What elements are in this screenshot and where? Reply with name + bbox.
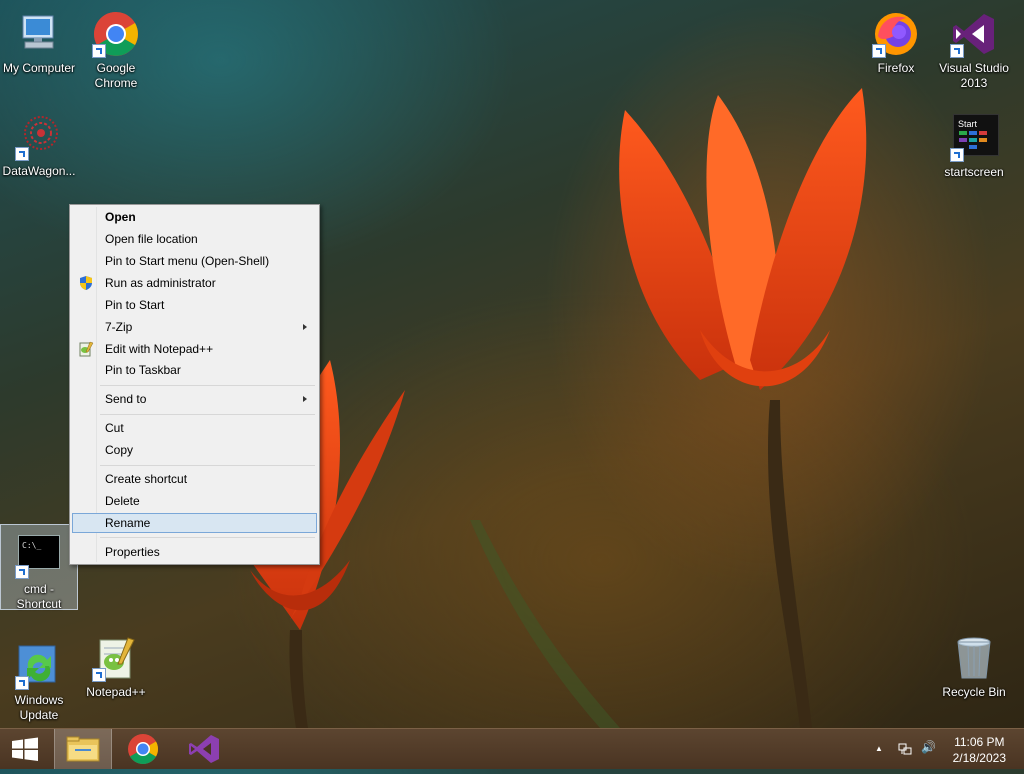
- desktop-icon-label: Windows Update: [14, 693, 64, 722]
- volume-icon[interactable]: 🔊: [921, 740, 937, 756]
- desktop-icon-label: Visual Studio 2013: [939, 61, 1009, 90]
- menu-item-label: Properties: [105, 545, 160, 559]
- desktop-icon-label: startscreen: [944, 165, 1004, 179]
- menu-item-send-to[interactable]: Send to: [72, 389, 317, 409]
- desktop-icon-label: cmd - Shortcut: [16, 582, 62, 611]
- uac-shield-icon: [78, 275, 94, 291]
- menu-item-label: 7-Zip: [105, 320, 133, 334]
- tray-overflow-chevron-icon[interactable]: ▲: [875, 744, 891, 760]
- menu-item-pin-to-start-menu-open-shell[interactable]: Pin to Start menu (Open-Shell): [72, 251, 317, 271]
- shortcut-arrow-icon: [92, 44, 106, 58]
- shortcut-arrow-icon: [15, 676, 29, 690]
- chrome-icon: [128, 734, 159, 765]
- shortcut-arrow-icon: [15, 565, 29, 579]
- recycle-bin-icon: [950, 634, 998, 682]
- command-prompt-icon: C:\_: [15, 531, 63, 579]
- menu-separator: [100, 537, 315, 538]
- file-explorer-icon: [66, 736, 100, 762]
- menu-separator: [100, 465, 315, 466]
- shortcut-arrow-icon: [950, 44, 964, 58]
- taskbar-file-explorer[interactable]: [54, 729, 112, 769]
- firefox-icon: [872, 10, 920, 58]
- desktop-icon-cmd-shortcut[interactable]: C:\_ cmd - Shortcut: [0, 524, 78, 611]
- desktop-icon-windows-update[interactable]: Windows Update: [1, 636, 77, 723]
- desktop-icon-label: Firefox: [877, 61, 915, 75]
- desktop-icon-label: Notepad++: [86, 685, 146, 699]
- chrome-icon: [92, 10, 140, 58]
- menu-item-edit-with-notepadpp[interactable]: Edit with Notepad++: [72, 339, 317, 359]
- menu-item-label: Send to: [105, 392, 147, 406]
- menu-item-label: Pin to Taskbar: [105, 363, 181, 377]
- shortcut-arrow-icon: [15, 147, 29, 161]
- notepadpp-icon: [92, 634, 140, 682]
- menu-separator: [100, 414, 315, 415]
- menu-item-pin-to-start[interactable]: Pin to Start: [72, 295, 317, 315]
- desktop-icon-notepadpp[interactable]: Notepad++: [78, 628, 154, 700]
- menu-item-rename[interactable]: Rename: [72, 513, 317, 533]
- desktop-icon-label: My Computer: [2, 61, 76, 75]
- menu-item-copy[interactable]: Copy: [72, 440, 317, 460]
- desktop-icon-startscreen[interactable]: Start startscreen: [936, 108, 1012, 180]
- clock-time: 11:06 PM: [954, 735, 1005, 749]
- cmd-tile-text: C:\_: [22, 541, 42, 550]
- notepadpp-icon: [78, 341, 94, 357]
- menu-item-open[interactable]: Open: [72, 207, 317, 227]
- menu-item-cut[interactable]: Cut: [72, 418, 317, 438]
- menu-item-label: Pin to Start menu (Open-Shell): [105, 254, 270, 268]
- shortcut-arrow-icon: [950, 148, 964, 162]
- submenu-arrow-icon: [303, 396, 307, 402]
- desktop-icon-firefox[interactable]: Firefox: [858, 4, 934, 76]
- startscreen-icon: Start: [950, 114, 999, 162]
- menu-separator: [100, 385, 315, 386]
- shortcut-arrow-icon: [872, 44, 886, 58]
- menu-item-pin-to-taskbar[interactable]: Pin to Taskbar: [72, 360, 317, 380]
- clock-date: 2/18/2023: [952, 751, 1006, 765]
- desktop[interactable]: My Computer Google Chrome DataWagon... F…: [0, 0, 1024, 728]
- system-clock[interactable]: 11:06 PM 2/18/2023: [953, 734, 1006, 766]
- context-menu: Open Open file location Pin to Start men…: [69, 204, 320, 565]
- menu-item-label: Open file location: [105, 232, 198, 246]
- network-icon[interactable]: [897, 741, 913, 757]
- submenu-arrow-icon: [303, 324, 307, 330]
- menu-item-run-as-administrator[interactable]: Run as administrator: [72, 273, 317, 293]
- windows-update-icon: [15, 642, 63, 690]
- menu-item-open-file-location[interactable]: Open file location: [72, 229, 317, 249]
- desktop-icon-label: Google Chrome: [94, 61, 138, 90]
- menu-item-label: Open: [105, 210, 136, 224]
- desktop-icon-visual-studio[interactable]: Visual Studio 2013: [936, 4, 1012, 91]
- startscreen-tile-text: Start: [958, 119, 978, 129]
- taskbar-visual-studio[interactable]: [176, 729, 232, 769]
- computer-icon: [15, 10, 63, 58]
- menu-item-label: Create shortcut: [105, 472, 188, 486]
- menu-item-create-shortcut[interactable]: Create shortcut: [72, 469, 317, 489]
- menu-item-7zip[interactable]: 7-Zip: [72, 317, 317, 337]
- windows-logo-icon: [12, 737, 38, 761]
- desktop-icon-recycle-bin[interactable]: Recycle Bin: [936, 628, 1012, 700]
- desktop-icon-datawagon[interactable]: DataWagon...: [1, 107, 77, 179]
- menu-item-delete[interactable]: Delete: [72, 491, 317, 511]
- menu-item-label: Edit with Notepad++: [105, 342, 214, 356]
- start-button[interactable]: [0, 729, 56, 769]
- menu-item-label: Copy: [105, 443, 134, 457]
- desktop-icon-label: DataWagon...: [2, 164, 76, 178]
- menu-item-label: Cut: [105, 421, 124, 435]
- datawagon-icon: [15, 113, 63, 161]
- taskbar-chrome[interactable]: [115, 729, 171, 769]
- taskbar: ▲ 🔊 11:06 PM 2/18/2023: [0, 728, 1024, 769]
- menu-item-label: Delete: [105, 494, 140, 508]
- visual-studio-icon: [189, 735, 219, 763]
- menu-item-label: Run as administrator: [105, 276, 216, 290]
- menu-item-properties[interactable]: Properties: [72, 542, 317, 562]
- shortcut-arrow-icon: [92, 668, 106, 682]
- visual-studio-icon: [950, 10, 998, 58]
- menu-item-label: Pin to Start: [105, 298, 165, 312]
- desktop-icon-my-computer[interactable]: My Computer: [1, 4, 77, 76]
- menu-item-label: Rename: [105, 516, 151, 530]
- desktop-icon-label: Recycle Bin: [942, 685, 1006, 699]
- desktop-icon-chrome[interactable]: Google Chrome: [78, 4, 154, 91]
